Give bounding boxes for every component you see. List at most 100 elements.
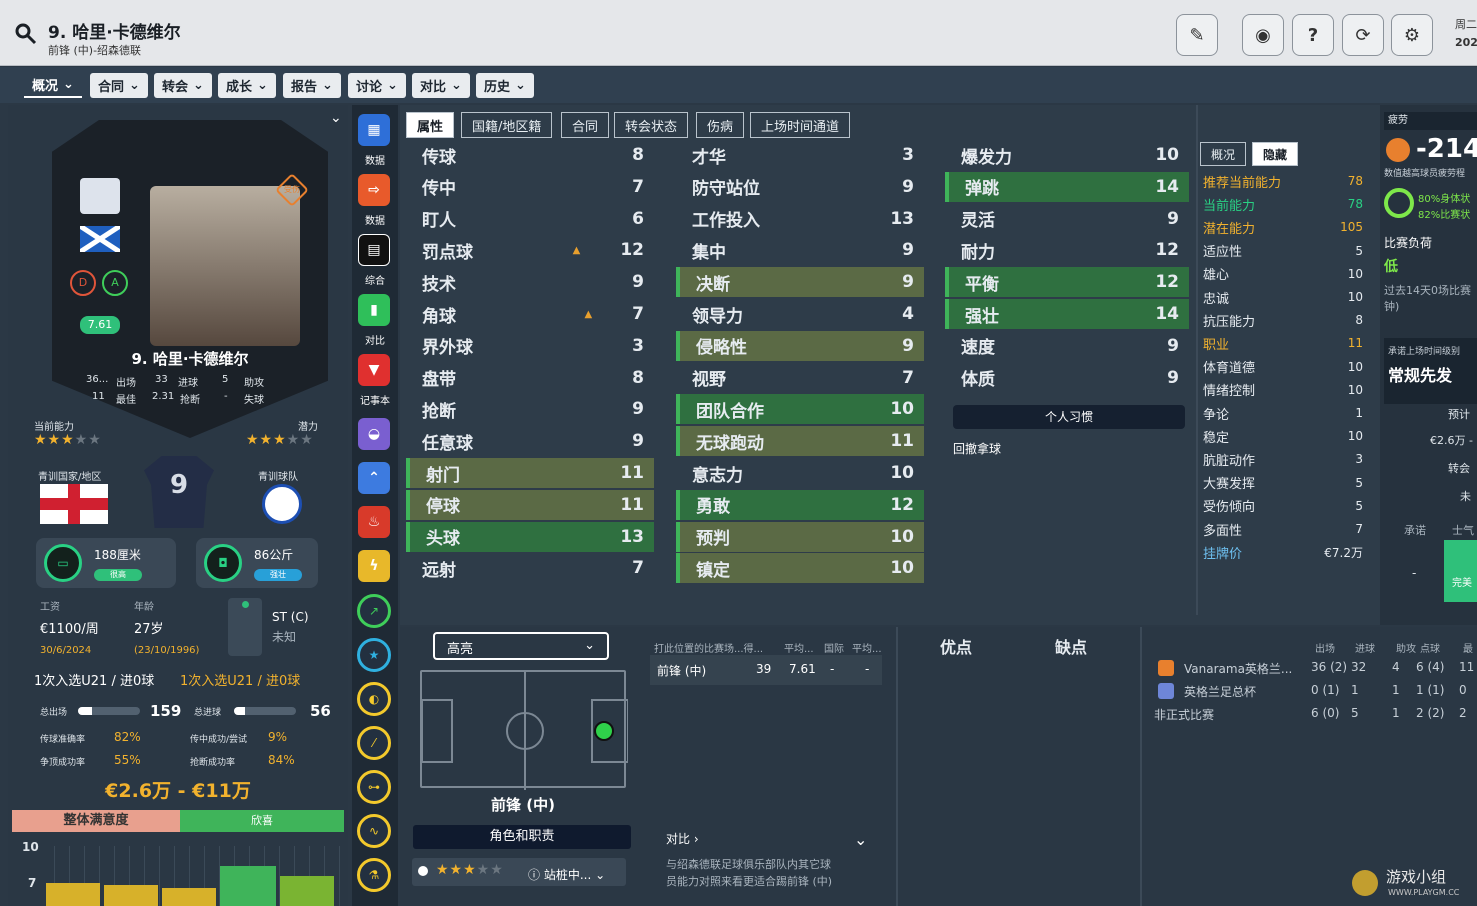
attribute-row[interactable]: 弹跳 14 xyxy=(945,171,1189,202)
compare-link[interactable]: 对比 › xyxy=(666,830,699,847)
attribute-row[interactable]: 无球跑动 11 xyxy=(676,426,924,457)
attribute-row[interactable]: 头球 13 xyxy=(406,521,654,552)
attribute-name: 领导力 xyxy=(692,306,743,327)
flask-icon[interactable]: ⚗ xyxy=(357,858,391,892)
attribute-row[interactable]: 强壮 14 xyxy=(945,299,1189,329)
head-icon[interactable]: ◐ xyxy=(357,682,391,716)
attribute-row[interactable]: 任意球 9 xyxy=(406,426,654,456)
nav-overview[interactable]: 概况 ⌄ xyxy=(24,73,82,98)
hidden-attribute-name: 体育道德 xyxy=(1203,361,1256,377)
tab-playing-time[interactable]: 上场时间通道 xyxy=(750,112,851,138)
dumbbell-icon[interactable]: ⊶ xyxy=(357,770,391,804)
fire-icon[interactable]: ♨ xyxy=(358,506,390,538)
tab-hidden-overview[interactable]: 概况 xyxy=(1200,142,1247,166)
attribute-row[interactable]: 界外球 3 xyxy=(406,331,654,361)
attribute-row[interactable]: 防守站位 9 xyxy=(676,172,924,202)
transfer-status: 未 xyxy=(1460,490,1471,503)
attribute-row[interactable]: 勇敢 12 xyxy=(676,489,924,520)
attribute-row[interactable]: 镇定 10 xyxy=(676,553,924,584)
nav-reports[interactable]: 报告 ⌄ xyxy=(283,73,341,98)
attribute-row[interactable]: 灵活 9 xyxy=(945,204,1189,234)
star-icon[interactable]: ★ xyxy=(357,638,391,672)
attribute-row[interactable]: 决断 9 xyxy=(676,267,924,298)
arrow-up-icon: ▲ xyxy=(584,308,593,320)
attribute-row[interactable]: 意志力 10 xyxy=(676,458,924,488)
highlight-select[interactable]: 高亮 ⌄ xyxy=(433,632,609,660)
tab-injuries[interactable]: 伤病 xyxy=(696,112,745,138)
overview-icon[interactable]: ▤ xyxy=(358,234,390,266)
attribute-row[interactable]: 体质 9 xyxy=(945,363,1189,393)
attribute-row[interactable]: 集中 9 xyxy=(676,235,924,265)
refresh-button[interactable]: ⟳ xyxy=(1342,14,1384,56)
pros-label: 优点 xyxy=(940,638,973,657)
edit-button[interactable]: ✎ xyxy=(1176,14,1218,56)
attribute-value-group: ▲ 7 xyxy=(584,304,644,324)
attribute-row[interactable]: 传球 8 xyxy=(406,140,654,170)
habits-header[interactable]: 个人习惯 xyxy=(953,405,1185,429)
nav-contract[interactable]: 合同 ⌄ xyxy=(90,73,148,98)
tab-attributes[interactable]: 属性 xyxy=(406,112,455,138)
settings-button[interactable]: ⚙ xyxy=(1391,14,1433,56)
tab-hidden[interactable]: 隐藏 xyxy=(1252,142,1299,166)
role-duty-button[interactable]: 角色和职责 xyxy=(413,825,631,849)
transfer-data-icon[interactable]: ⇨ xyxy=(358,174,390,206)
apps-value: 36... xyxy=(86,374,109,385)
attribute-value-group: 10 xyxy=(890,527,914,547)
attribute-row[interactable]: 平衡 12 xyxy=(945,267,1189,298)
search-icon[interactable] xyxy=(14,22,38,46)
compare-icon[interactable]: ▮ xyxy=(358,294,390,326)
lightning-icon[interactable]: ϟ xyxy=(358,550,390,582)
attribute-row[interactable]: 才华 3 xyxy=(676,140,924,170)
side-icon-label: 记事本 xyxy=(360,396,390,407)
attribute-row[interactable]: 罚点球 ▲ 12 xyxy=(406,235,654,265)
hidden-attribute-row: 情绪控制 10 xyxy=(1203,379,1363,401)
nav-discuss[interactable]: 讨论 ⌄ xyxy=(348,73,406,98)
attribute-name: 团队合作 xyxy=(696,401,764,422)
tab-transfer-status[interactable]: 转会状态 xyxy=(614,112,689,138)
attribute-row[interactable]: 技术 9 xyxy=(406,267,654,297)
tab-nationality[interactable]: 国籍/地区籍 xyxy=(461,112,553,138)
scout-button[interactable]: ◉ xyxy=(1242,14,1284,56)
attribute-row[interactable]: 视野 7 xyxy=(676,363,924,393)
attribute-value-group: 9 xyxy=(902,336,914,356)
attribute-row[interactable]: 团队合作 10 xyxy=(676,394,924,425)
boot-icon[interactable]: ⁄ xyxy=(357,726,391,760)
chevron-up-icon[interactable]: ⌃ xyxy=(358,462,390,494)
attribute-row[interactable]: 抢断 9 xyxy=(406,394,654,424)
help-button[interactable]: ? xyxy=(1292,14,1334,56)
attribute-value-group: 4 xyxy=(902,304,914,324)
attribute-row[interactable]: 角球 ▲ 7 xyxy=(406,299,654,329)
attribute-row[interactable]: 侵略性 9 xyxy=(676,330,924,361)
attribute-row[interactable]: 射门 11 xyxy=(406,458,654,488)
data-icon[interactable]: ▦ xyxy=(358,114,390,146)
attribute-row[interactable]: 爆发力 10 xyxy=(945,140,1189,170)
wave-icon[interactable]: ∿ xyxy=(357,814,391,848)
tab-contract[interactable]: 合同 xyxy=(561,112,610,138)
attribute-row[interactable]: 远射 7 xyxy=(406,553,654,583)
nav-compare[interactable]: 对比 ⌄ xyxy=(412,73,470,98)
attribute-row[interactable]: 盘带 8 xyxy=(406,363,654,393)
chevron-down-icon[interactable]: ⌄ xyxy=(854,830,867,849)
attribute-row[interactable]: 工作投入 13 xyxy=(676,204,924,234)
attribute-row[interactable]: 领导力 4 xyxy=(676,299,924,329)
attribute-row[interactable]: 盯人 6 xyxy=(406,204,654,234)
trend-icon[interactable]: ↗ xyxy=(357,594,391,628)
nav-history[interactable]: 历史 ⌄ xyxy=(476,73,534,98)
hidden-attribute-row: 大赛发挥 5 xyxy=(1203,472,1363,494)
attribute-row[interactable]: 预判 10 xyxy=(676,521,924,552)
attribute-row[interactable]: 停球 11 xyxy=(406,489,654,520)
attribute-name: 集中 xyxy=(692,242,726,263)
collapse-icon[interactable]: ⌄ xyxy=(330,110,342,126)
attribute-row[interactable]: 传中 7 xyxy=(406,172,654,202)
radio-icon[interactable] xyxy=(418,866,428,876)
nav-development[interactable]: 成长 ⌄ xyxy=(218,73,276,98)
defensive-icon: D xyxy=(70,270,96,296)
attribute-row[interactable]: 速度 9 xyxy=(945,331,1189,361)
attribute-row[interactable]: 耐力 12 xyxy=(945,235,1189,265)
attribute-value: 7 xyxy=(632,304,644,324)
rating-badge: 7.61 xyxy=(80,316,120,334)
mask-icon[interactable]: ◒ xyxy=(358,418,390,450)
nav-transfer[interactable]: 转会 ⌄ xyxy=(154,73,212,98)
hidden-attribute-row: 挂牌价 €7.2万 xyxy=(1203,541,1363,563)
notebook-icon[interactable]: ▼ xyxy=(358,354,390,386)
